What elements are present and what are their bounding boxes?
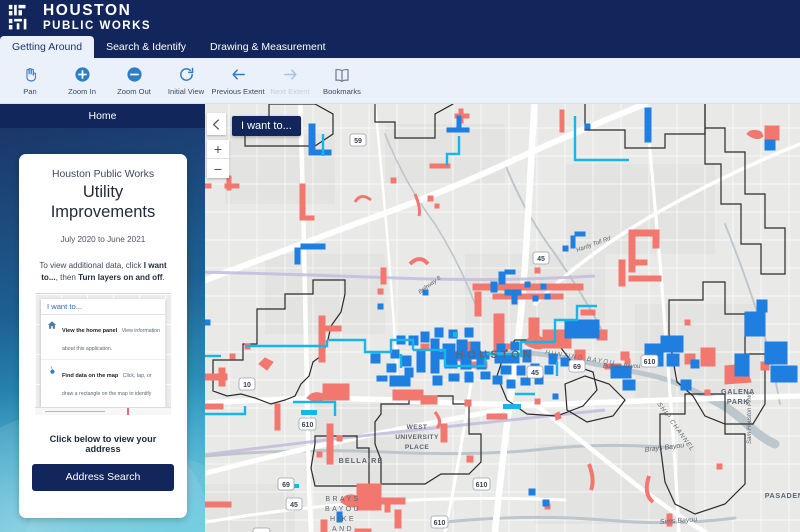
logo-secondary-text: PUBLIC WORKS — [43, 19, 152, 32]
tool-zoom-out-label: Zoom Out — [117, 86, 151, 96]
card-org-name: Houston Public Works — [51, 169, 155, 180]
i-want-to-menu-screenshot: I want to... View the home panel View in… — [35, 292, 171, 415]
svg-text:WEST: WEST — [407, 424, 428, 431]
tool-next-extent-label: Next Extent — [270, 86, 310, 96]
map-canvas[interactable]: 610 10 69 610 45 610 59 45 45 69 610 610… — [205, 104, 800, 532]
card-title-line1: Utility — [82, 183, 124, 202]
tool-bookmarks-label: Bookmarks — [323, 86, 361, 96]
svg-text:59: 59 — [354, 138, 362, 145]
app-header: HOUSTON PUBLIC WORKS — [0, 0, 800, 36]
tool-initial-view-label: Initial View — [167, 86, 205, 96]
map-zoom-controls: + − — [207, 140, 229, 178]
chevron-left-icon — [213, 118, 219, 130]
arrow-left-icon — [230, 66, 247, 84]
svg-text:610: 610 — [644, 359, 656, 366]
brand-logo[interactable]: HOUSTON PUBLIC WORKS — [8, 3, 151, 32]
arrow-right-icon — [282, 66, 299, 84]
map-zoom-in-button[interactable]: + — [207, 140, 229, 159]
mini-menu-tab-label: I want to... — [41, 298, 165, 315]
svg-text:BAYOU: BAYOU — [325, 506, 361, 513]
svg-text:610: 610 — [476, 482, 488, 489]
card-instruction: To view additional data, click I want to… — [31, 260, 175, 283]
mini-item-title: View the home panel — [62, 327, 118, 334]
svg-text:45: 45 — [537, 256, 545, 263]
subnav-item-home[interactable]: Home — [88, 110, 116, 122]
tool-next-extent: Next Extent — [264, 59, 316, 103]
ribbon-toolbar: Pan Zoom In Zoom Out Initial View Previo… — [0, 58, 800, 104]
card-date-range: July 2020 to June 2021 — [60, 235, 146, 245]
tab-search-identify[interactable]: Search & Identify — [94, 36, 198, 58]
tool-initial-view[interactable]: Initial View — [160, 59, 212, 103]
collapse-panel-button[interactable] — [207, 113, 226, 135]
svg-text:10: 10 — [243, 382, 251, 389]
home-icon — [46, 319, 57, 355]
svg-text:UNIVERSITY: UNIVERSITY — [395, 434, 439, 441]
tool-zoom-in[interactable]: Zoom In — [56, 59, 108, 103]
svg-text:AND: AND — [332, 526, 354, 532]
svg-text:610: 610 — [302, 422, 314, 429]
application-root: HOUSTON PUBLIC WORKS Getting Around Sear… — [0, 0, 800, 532]
ribbon-tabstrip: Getting Around Search & Identify Drawing… — [0, 36, 800, 58]
svg-text:BELLAIRE: BELLAIRE — [339, 456, 384, 465]
hand-icon — [22, 66, 39, 84]
svg-text:PLACE: PLACE — [405, 444, 430, 451]
instruction-mid: , then — [55, 273, 79, 283]
svg-text:HOUSTON: HOUSTON — [456, 349, 535, 361]
instruction-bold-turn-layers: Turn layers on and off — [78, 273, 163, 283]
tab-getting-around[interactable]: Getting Around — [0, 36, 95, 58]
map-graphic: 610 10 69 610 45 610 59 45 45 69 610 610… — [205, 104, 800, 532]
mini-map-footer — [35, 406, 171, 415]
svg-text:45: 45 — [290, 502, 298, 509]
svg-text:HIKE: HIKE — [330, 516, 356, 523]
tool-pan-label: Pan — [23, 86, 37, 96]
tool-previous-extent-label: Previous Extent — [211, 86, 265, 96]
logo-primary-text: HOUSTON — [43, 2, 132, 19]
refresh-circle-icon — [178, 66, 195, 84]
tool-zoom-in-label: Zoom In — [68, 86, 96, 96]
card-title-line2: Improvements — [50, 203, 156, 222]
svg-text:PASADENA: PASADENA — [765, 491, 800, 500]
svg-text:69: 69 — [282, 482, 290, 489]
instruction-pre: To view additional data, click — [39, 261, 144, 271]
houston-public-works-logo-icon — [8, 4, 27, 29]
mini-menu-item-home: View the home panel View information abo… — [41, 315, 165, 360]
book-icon — [333, 66, 351, 84]
info-card: Houston Public Works Utility Improvement… — [19, 154, 187, 518]
tool-pan[interactable]: Pan — [4, 59, 56, 103]
left-info-panel: Houston Public Works Utility Improvement… — [0, 128, 205, 532]
i-want-to-button[interactable]: I want to... — [232, 116, 301, 136]
tool-zoom-out[interactable]: Zoom Out — [108, 59, 160, 103]
svg-text:GALENA: GALENA — [721, 387, 755, 396]
plus-circle-icon — [74, 66, 91, 84]
svg-text:45: 45 — [531, 370, 539, 377]
svg-text:PARK: PARK — [727, 397, 749, 406]
mini-item-title: Find data on the map — [62, 372, 119, 379]
svg-text:BRAYS: BRAYS — [325, 496, 360, 503]
tab-drawing-measurement[interactable]: Drawing & Measurement — [198, 36, 338, 58]
instruction-post: . — [162, 273, 165, 283]
mini-menu-panel: I want to... View the home panel View in… — [41, 298, 165, 415]
svg-text:69: 69 — [573, 364, 581, 371]
svg-text:610: 610 — [434, 520, 446, 527]
map-zoom-out-button[interactable]: − — [207, 159, 229, 178]
tool-bookmarks[interactable]: Bookmarks — [316, 59, 368, 103]
minus-circle-icon — [126, 66, 143, 84]
panel-subnav: Home — [0, 104, 205, 128]
address-search-button[interactable]: Address Search — [32, 463, 174, 491]
tool-previous-extent[interactable]: Previous Extent — [211, 59, 265, 103]
click-below-text: Click below to view your address — [49, 433, 157, 454]
